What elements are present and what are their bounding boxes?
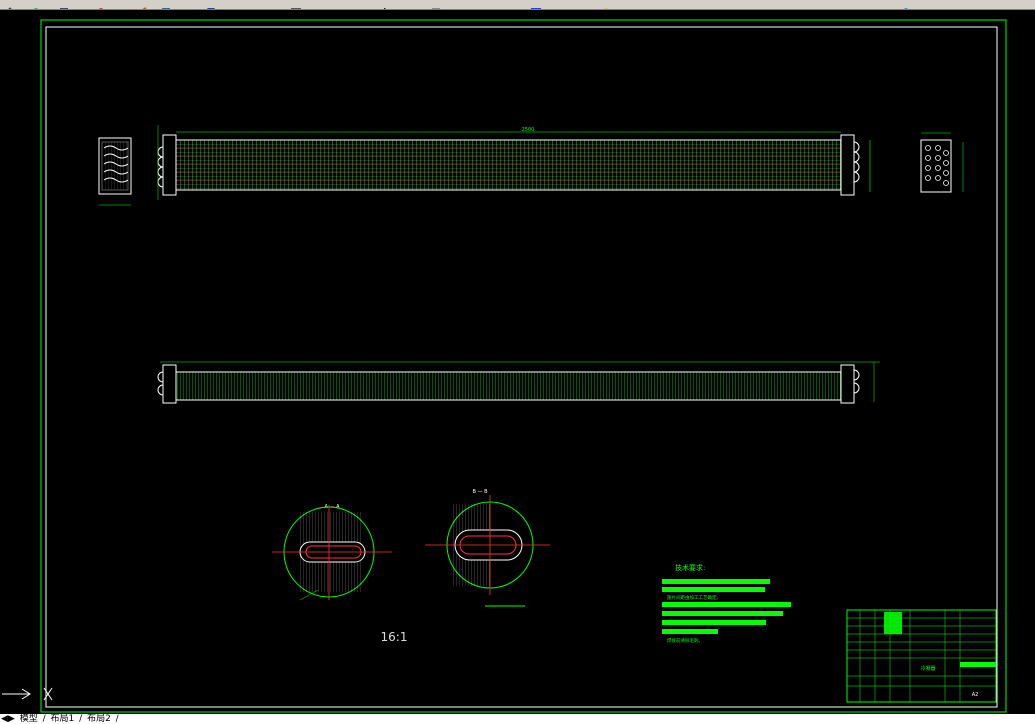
- title-block: 冷凝器 A2: [846, 609, 997, 703]
- tab-model[interactable]: 模型: [19, 714, 39, 724]
- standard-toolbar: A: [0, 0, 1035, 10]
- tab-layout1[interactable]: 布局1: [50, 714, 76, 724]
- style-icon[interactable]: [600, 0, 612, 9]
- design-center-icon[interactable]: [205, 0, 217, 9]
- text-icon[interactable]: A: [380, 0, 392, 9]
- drawing-canvas[interactable]: 2500 A — A B — B 16:1 技术要求: 翅片间距由加工工艺确定。…: [0, 10, 1035, 714]
- tech-req-2: 焊接前清除毛刺。: [667, 637, 703, 644]
- layout-tabs: ◀▶ 模型 / 布局1 / 布局2 /: [0, 714, 1035, 724]
- length-dimension: 2500: [522, 127, 535, 133]
- outer-frame: [40, 19, 1007, 713]
- tech-req-1: 翅片间距由加工工艺确定。: [667, 594, 721, 601]
- pan-icon[interactable]: [58, 0, 70, 9]
- properties-icon[interactable]: [160, 0, 172, 9]
- top-view: 2500: [98, 125, 964, 206]
- tool-palette-icon[interactable]: [290, 0, 302, 9]
- technical-requirements: 技术要求: 翅片间距由加工工艺确定。 焊接前清除毛刺。: [662, 563, 791, 644]
- sheet-label: A2: [972, 692, 979, 698]
- front-view: [157, 361, 880, 404]
- undo-icon[interactable]: [4, 0, 16, 9]
- calculator-icon[interactable]: [430, 0, 442, 9]
- layer-state-icon[interactable]: [900, 0, 912, 9]
- ucs-icon: [2, 687, 53, 701]
- zoom-icon[interactable]: [96, 0, 108, 9]
- cad-drawing: 2500 A — A B — B 16:1 技术要求: 翅片间距由加工工艺确定。…: [2, 19, 1007, 713]
- redo-icon[interactable]: [30, 0, 42, 9]
- match-properties-icon[interactable]: [135, 0, 147, 9]
- scale-label: 16:1: [381, 630, 408, 644]
- layer-icon[interactable]: [112, 0, 124, 8]
- section-b-label: B — B: [472, 489, 488, 495]
- fin-body-top: [175, 139, 842, 191]
- tab-layout2[interactable]: 布局2: [86, 714, 112, 724]
- section-a-a: A — A: [272, 504, 392, 601]
- section-b-b: B — B: [425, 489, 550, 607]
- tech-title: 技术要求:: [675, 563, 705, 572]
- title-block-name: 冷凝器: [920, 665, 935, 672]
- help-icon[interactable]: [530, 0, 542, 9]
